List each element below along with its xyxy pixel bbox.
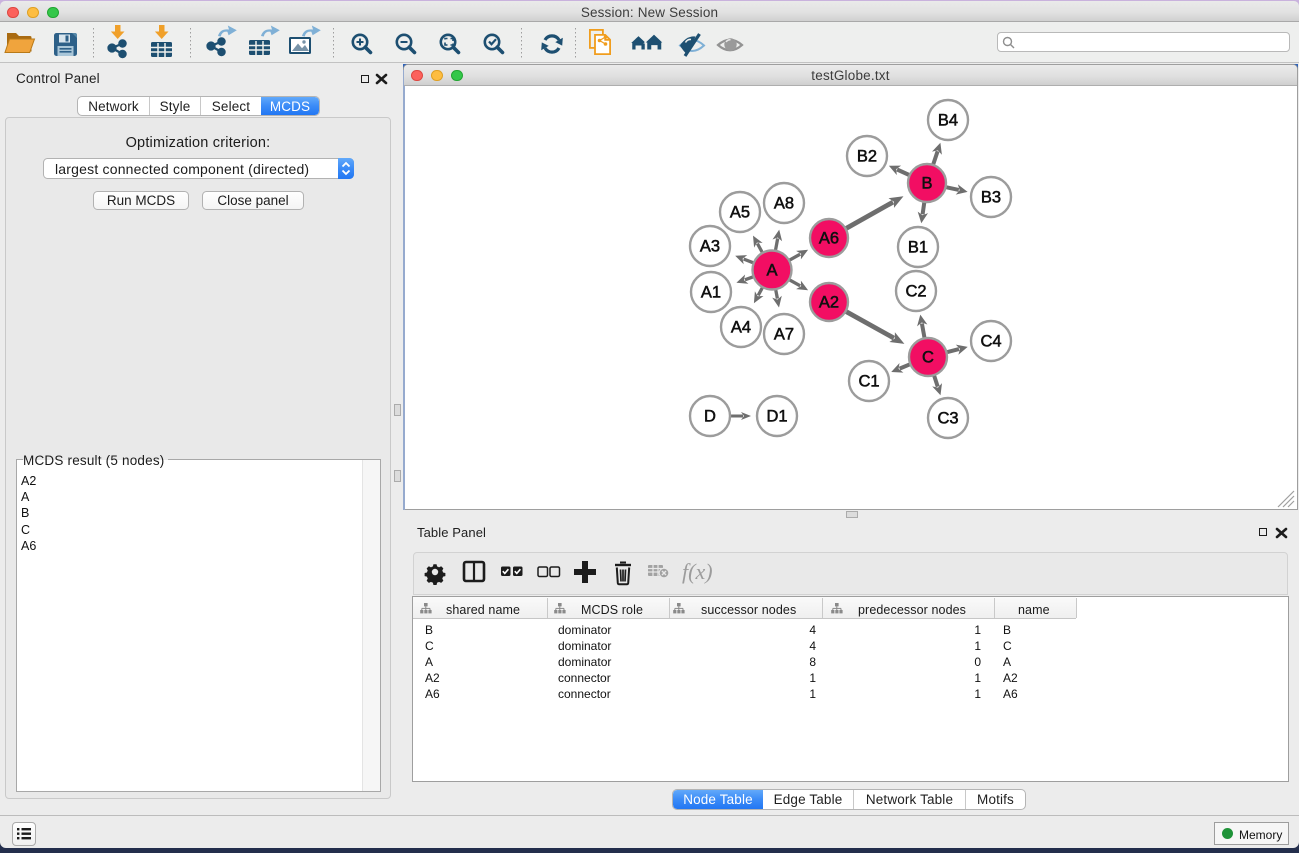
svg-text:A2: A2 <box>819 294 839 312</box>
svg-text:A4: A4 <box>731 319 751 337</box>
svg-text:A7: A7 <box>774 326 794 344</box>
svg-text:C4: C4 <box>980 333 1001 351</box>
svg-text:B4: B4 <box>938 112 958 130</box>
svg-text:A8: A8 <box>774 195 794 213</box>
svg-text:A5: A5 <box>730 204 750 222</box>
svg-text:C2: C2 <box>905 283 926 301</box>
svg-text:A: A <box>766 262 777 280</box>
svg-text:B: B <box>921 175 932 193</box>
svg-text:B3: B3 <box>981 189 1001 207</box>
svg-text:B1: B1 <box>908 239 928 257</box>
svg-text:D1: D1 <box>766 408 787 426</box>
svg-text:B2: B2 <box>857 148 877 166</box>
svg-text:C1: C1 <box>858 373 879 391</box>
svg-text:A3: A3 <box>700 238 720 256</box>
svg-text:f(x): f(x) <box>682 559 713 584</box>
svg-text:C3: C3 <box>937 410 958 428</box>
svg-text:A1: A1 <box>701 284 721 302</box>
svg-text:A6: A6 <box>819 230 839 248</box>
svg-text:D: D <box>704 408 716 426</box>
svg-text:C: C <box>922 349 934 367</box>
